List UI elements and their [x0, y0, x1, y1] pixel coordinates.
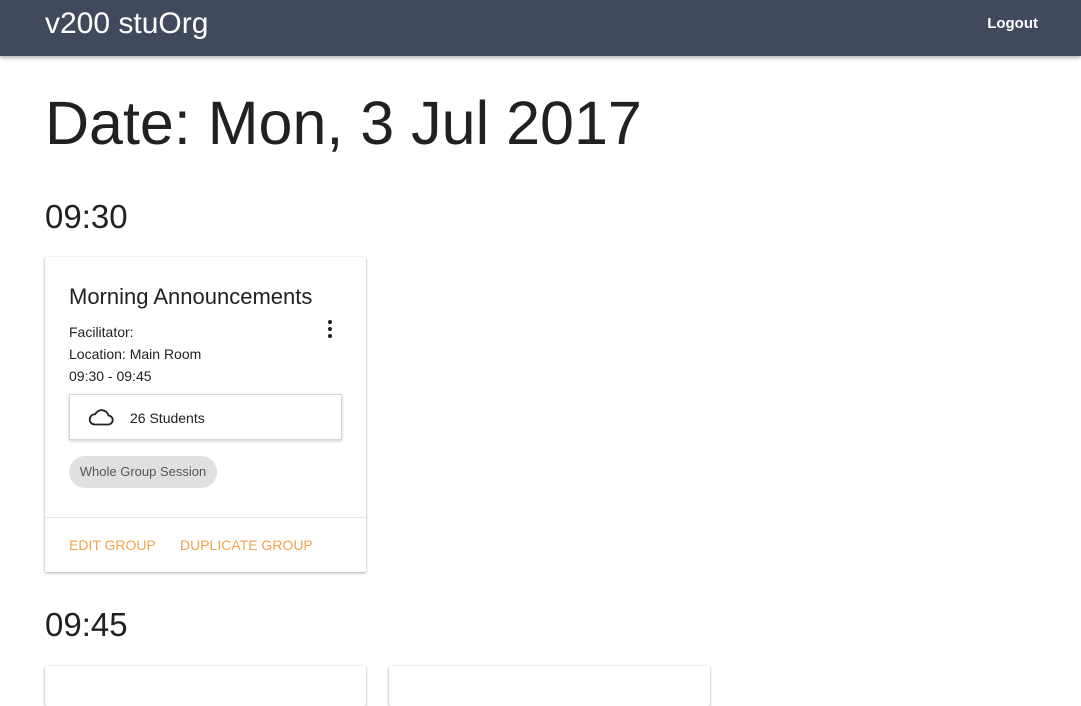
session-type-chip: Whole Group Session: [69, 456, 217, 488]
time-slot-heading: 09:30: [45, 198, 128, 235]
card-divider: [45, 517, 366, 518]
duplicate-group-button[interactable]: DUPLICATE GROUP: [180, 536, 313, 554]
session-card: [45, 666, 366, 706]
top-app-bar: v200 stuOrg Logout: [0, 0, 1081, 56]
app-brand[interactable]: v200 stuOrg: [45, 6, 208, 42]
more-vert-icon[interactable]: [323, 320, 337, 340]
logout-button[interactable]: Logout: [987, 15, 1038, 33]
page-title: Date: Mon, 3 Jul 2017: [45, 89, 642, 157]
students-button[interactable]: 26 Students: [69, 394, 342, 440]
time-range-text: 09:30 - 09:45: [69, 368, 152, 384]
facilitator-text: Facilitator:: [69, 324, 134, 340]
session-title: Morning Announcements: [69, 284, 313, 309]
edit-group-button[interactable]: EDIT GROUP: [69, 536, 156, 554]
cloud-icon: [88, 409, 114, 426]
students-count: 26 Students: [130, 410, 205, 426]
location-text: Location: Main Room: [69, 346, 202, 362]
time-slot-heading: 09:45: [45, 606, 128, 643]
session-card: Morning Announcements Facilitator: Locat…: [45, 257, 366, 572]
session-card: [389, 666, 710, 706]
